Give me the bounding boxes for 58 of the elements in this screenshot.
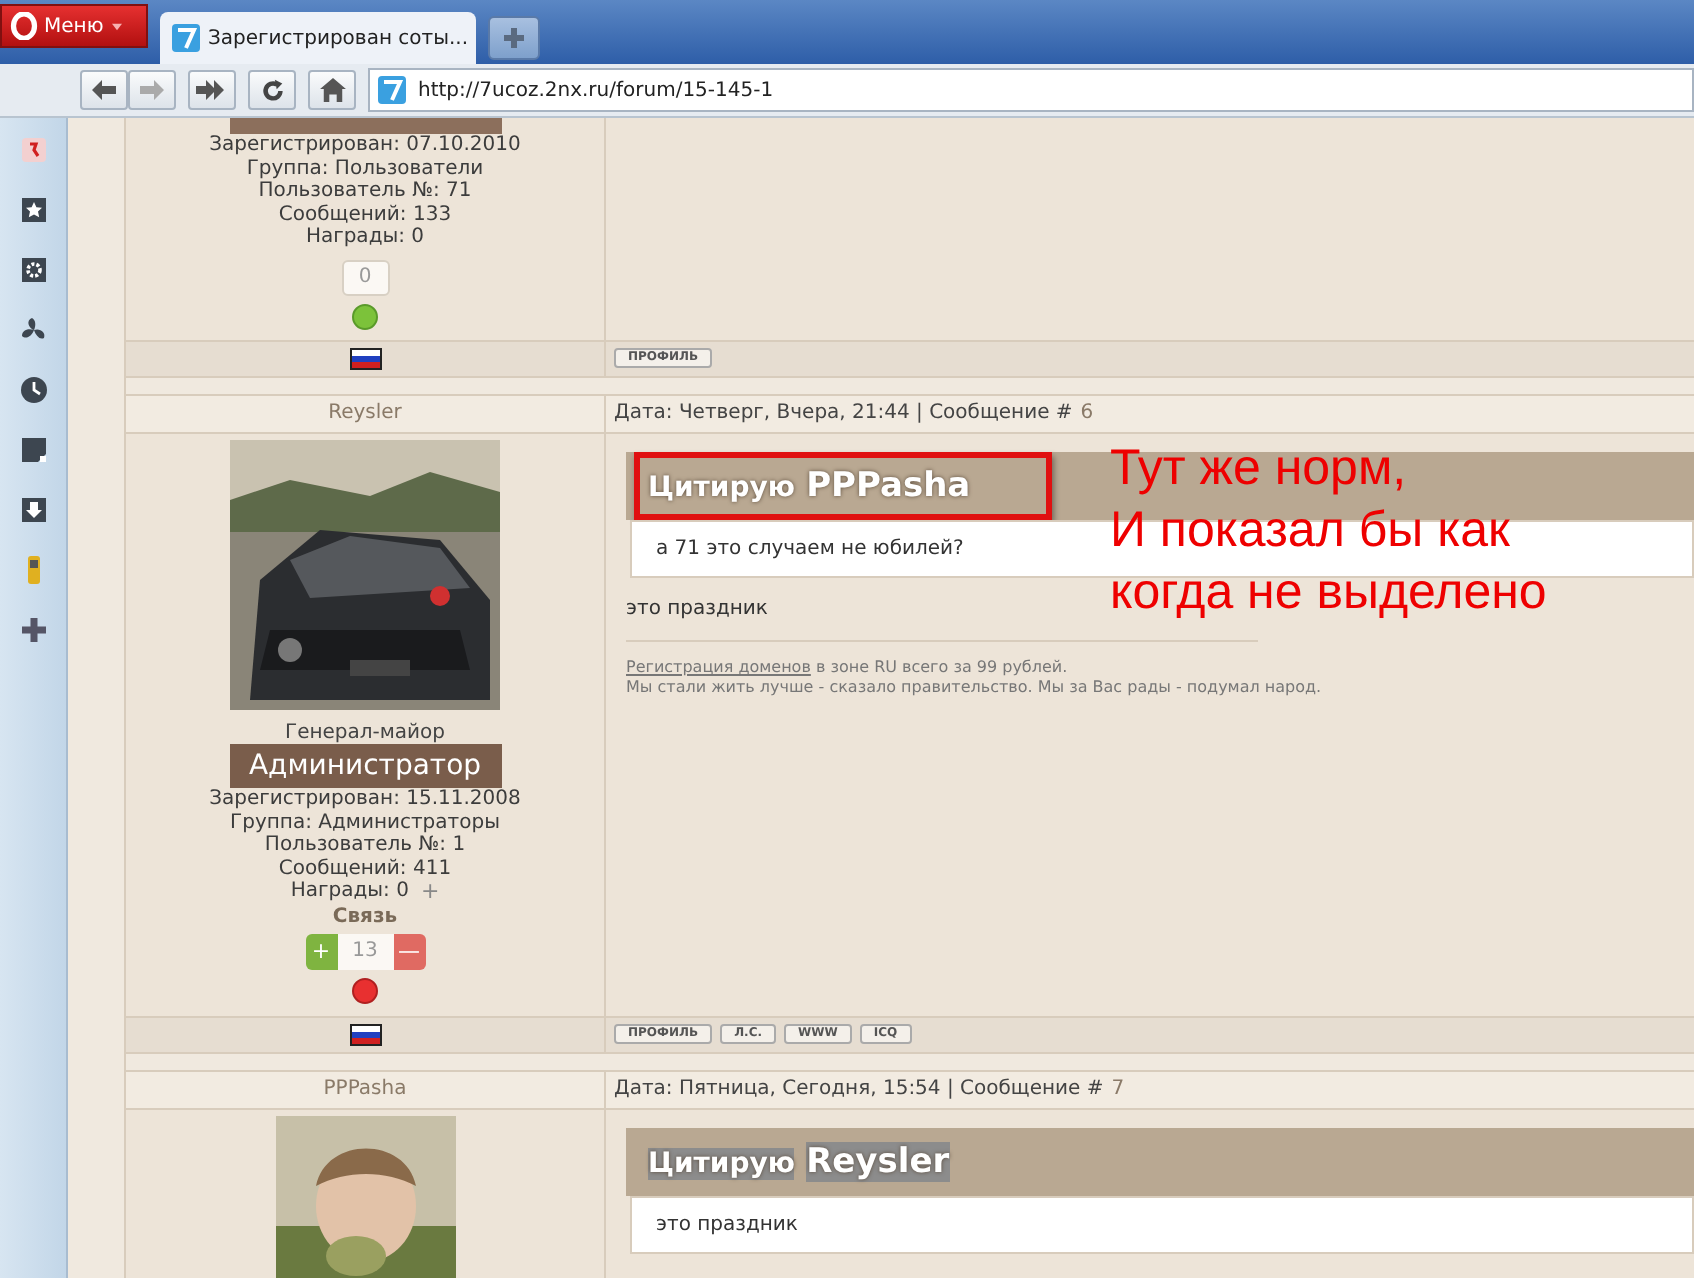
user-info: Зарегистрирован: 15.11.2008 [209, 787, 521, 812]
new-tab-button[interactable] [488, 16, 540, 60]
signature-text: Мы стали жить лучше - сказало правительство. Мы за Вас рады - подумал народ. [626, 677, 1324, 698]
flag-icon [349, 1023, 381, 1046]
home-icon [319, 78, 345, 102]
quote-text: а 71 это случаем не юбилей? [656, 537, 964, 560]
user-info: Сообщений: 133 [278, 203, 452, 227]
post-number[interactable]: 7 [1111, 1078, 1125, 1101]
double-arrow-icon [196, 80, 228, 100]
reputation-value: 13 [337, 933, 393, 970]
note-icon[interactable] [19, 436, 47, 464]
author-name[interactable]: Reysler [126, 395, 606, 432]
quote-text: это праздник [656, 1213, 798, 1236]
user-rank: Генерал-майор [284, 721, 446, 744]
logo-icon [10, 12, 38, 40]
user-info: Зарегистрирован: 07.10.2010 [209, 134, 521, 158]
site-icon [378, 76, 406, 104]
browser-tab[interactable]: Зарегистрирован соты... [160, 12, 476, 64]
download-icon[interactable] [19, 496, 47, 524]
home-button[interactable] [308, 70, 356, 110]
quote-title: Цитирую Reysler [646, 1139, 952, 1186]
reputation-value: 0 [341, 259, 389, 296]
arrow-left-icon [92, 80, 116, 100]
plus-icon[interactable] [19, 616, 47, 644]
annotation-text: Тут же норм, И показал бы как когда не выделено [1110, 438, 1547, 624]
arrow-right-icon [140, 80, 164, 100]
user-info: Группа: Пользователи [246, 157, 484, 181]
group-badge: Администратор [229, 743, 501, 788]
user-awards: Награды: 0 [290, 880, 409, 904]
user-info: Группа: Администраторы [230, 811, 500, 835]
quote-title: Цитирую PPPasha [634, 451, 1053, 520]
back-button[interactable] [80, 70, 128, 110]
post-date: Дата: Четверг, Вчера, 21:44 | Сообщение # [614, 402, 1073, 425]
post-number[interactable]: 6 [1080, 402, 1094, 425]
site-icon [172, 24, 200, 52]
author-name[interactable]: PPPasha [126, 1071, 606, 1108]
menu-button[interactable]: Меню [0, 4, 148, 48]
fast-forward-button[interactable] [188, 70, 236, 110]
user-info: Пользователь №: 1 [264, 834, 466, 858]
clock-icon[interactable] [19, 376, 47, 404]
user-awards: Награды: 0 [305, 226, 425, 250]
add-award-link[interactable]: + [420, 880, 440, 904]
signature-link[interactable]: Регистрация доменов [626, 657, 811, 676]
user-info: Сообщений: 411 [278, 857, 452, 881]
gear-icon[interactable] [19, 256, 47, 284]
reload-button[interactable] [248, 70, 296, 110]
flag-icon [349, 347, 381, 370]
reload-icon [259, 77, 285, 103]
reputation-minus-button[interactable]: — [393, 933, 425, 970]
user-info: Пользователь №: 71 [258, 180, 472, 204]
star-icon[interactable] [19, 196, 47, 224]
contact-label: Связь [332, 903, 398, 930]
plus-icon [502, 26, 526, 50]
post-date: Дата: Пятница, Сегодня, 15:54 | Сообщение # [614, 1078, 1104, 1101]
address-field[interactable]: http://7ucoz.2nx.ru/forum/15-145-1 [368, 68, 1694, 112]
signature-text: Регистрация доменов в зоне RU всего за 99 рублей. [626, 657, 1070, 678]
caret-icon [109, 21, 124, 31]
fan-icon[interactable] [19, 316, 47, 344]
